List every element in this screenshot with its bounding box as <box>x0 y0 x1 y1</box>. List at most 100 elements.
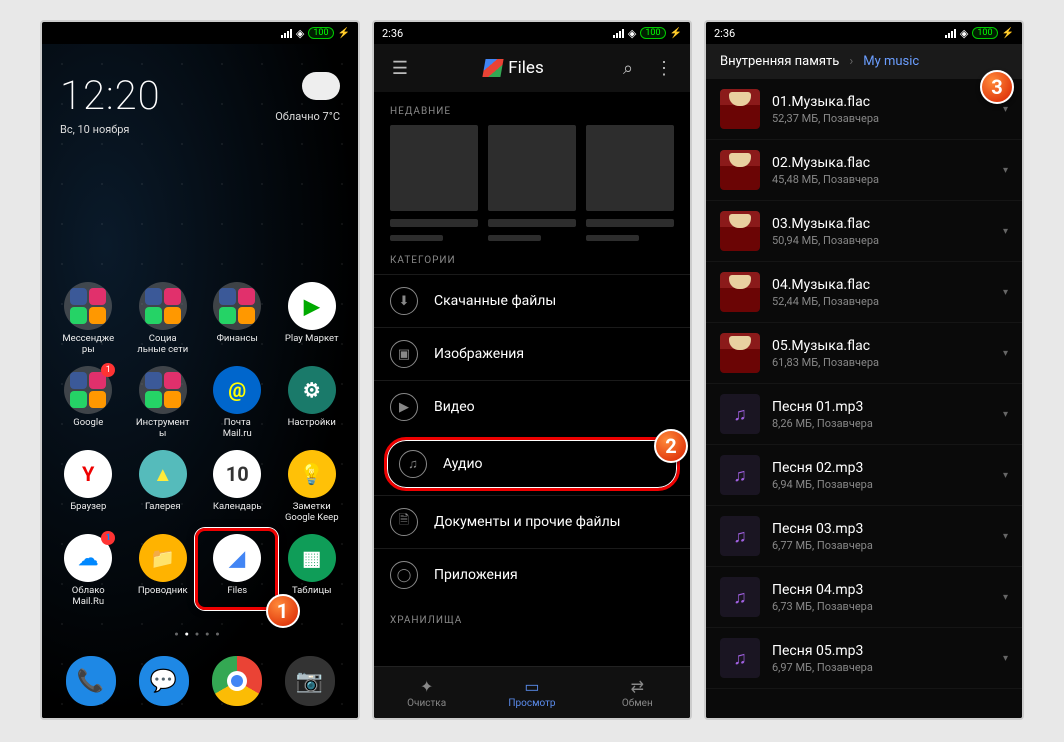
file-row[interactable]: ♫Песня 02.mp36,94 МБ, Позавчера▾ <box>706 445 1022 506</box>
app-почта-mail.ru[interactable]: @Почта Mail.ru <box>203 366 272 440</box>
category-icon: ♫ <box>399 450 427 478</box>
app-заметки-google-keep[interactable]: 💡Заметки Google Keep <box>278 450 347 524</box>
crumb-root[interactable]: Внутренняя память <box>720 54 839 69</box>
file-meta: 52,37 МБ, Позавчера <box>772 112 991 125</box>
audio-icon: ♫ <box>720 394 760 434</box>
file-name: Песня 04.mp3 <box>772 582 991 598</box>
file-name: Песня 05.mp3 <box>772 643 991 659</box>
file-row[interactable]: ♫Песня 04.mp36,73 МБ, Позавчера▾ <box>706 567 1022 628</box>
file-row[interactable]: ♫Песня 03.mp36,77 МБ, Позавчера▾ <box>706 506 1022 567</box>
category-документы-и-прочие-файлы[interactable]: 🗎Документы и прочие файлы <box>374 495 690 548</box>
more-icon[interactable]: ⋮ <box>646 58 682 79</box>
battery-icon: 100 <box>972 27 997 39</box>
category-label: Документы и прочие файлы <box>434 514 621 530</box>
files-logo-icon <box>483 59 504 77</box>
expand-icon[interactable]: ▾ <box>1003 104 1008 115</box>
app-инструмент-ы[interactable]: Инструмент ы <box>129 366 198 440</box>
nav-просмотр[interactable]: ▭Просмотр <box>479 667 584 718</box>
phone-home: ◈ 100 ⚡ 12:20 Вс, 10 ноября Облачно 7°C … <box>40 20 360 720</box>
file-row[interactable]: 01.Музыка.flac52,37 МБ, Позавчера▾ <box>706 79 1022 140</box>
phone-files-categories: 2:36 ◈ 100 ⚡ ☰ Files ⌕ ⋮ НЕДАВНИЕ КАТЕГО… <box>372 20 692 720</box>
recent-card[interactable] <box>586 125 674 241</box>
file-row[interactable]: 05.Музыка.flac61,83 МБ, Позавчера▾ <box>706 323 1022 384</box>
dock-app[interactable]: 📷 <box>285 656 335 710</box>
dock-app[interactable]: 💬 <box>139 656 189 710</box>
nav-очистка[interactable]: ✦Очистка <box>374 667 479 718</box>
weather-text: Облачно 7°C <box>275 110 340 123</box>
step-badge-2: 2 <box>654 429 688 463</box>
dock-app[interactable] <box>212 656 262 710</box>
status-time: 2:36 <box>382 27 403 40</box>
file-meta: 52,44 МБ, Позавчера <box>772 295 991 308</box>
signal-icon <box>613 28 624 38</box>
app-календарь[interactable]: 10Календарь <box>203 450 272 524</box>
status-bar: ◈ 100 ⚡ <box>42 22 358 44</box>
search-icon[interactable]: ⌕ <box>610 58 646 79</box>
nav-обмен[interactable]: ⇄Обмен <box>585 667 690 718</box>
app-социа-льные-сети[interactable]: Социа льные сети <box>129 282 198 356</box>
menu-icon[interactable]: ☰ <box>382 58 418 79</box>
file-name: Песня 02.mp3 <box>772 460 991 476</box>
app-files[interactable]: ◢Files <box>203 534 272 608</box>
status-bar: 2:36 ◈ 100 ⚡ <box>374 22 690 44</box>
app-браузер[interactable]: YБраузер <box>54 450 123 524</box>
expand-icon[interactable]: ▾ <box>1003 531 1008 542</box>
file-row[interactable]: 03.Музыка.flac50,94 МБ, Позавчера▾ <box>706 201 1022 262</box>
app-google[interactable]: 1Google <box>54 366 123 440</box>
charging-icon: ⚡ <box>1002 28 1014 39</box>
expand-icon[interactable]: ▾ <box>1003 287 1008 298</box>
audio-icon: ♫ <box>720 455 760 495</box>
expand-icon[interactable]: ▾ <box>1003 348 1008 359</box>
app-галерея[interactable]: ▲Галерея <box>129 450 198 524</box>
category-приложения[interactable]: ◯Приложения <box>374 548 690 601</box>
file-meta: 8,26 МБ, Позавчера <box>772 417 991 430</box>
battery-icon: 100 <box>640 27 665 39</box>
recent-card[interactable] <box>390 125 478 241</box>
category-аудио[interactable]: ♫Аудио <box>384 437 680 491</box>
home-screen[interactable]: 12:20 Вс, 10 ноября Облачно 7°C Мессендж… <box>42 44 358 718</box>
expand-icon[interactable]: ▾ <box>1003 470 1008 481</box>
file-row[interactable]: 02.Музыка.flac 45,48 МБ, Позавчера ▾ <box>706 140 1022 201</box>
category-label: Изображения <box>434 346 524 362</box>
category-скачанные-файлы[interactable]: ⬇Скачанные файлы <box>374 274 690 327</box>
category-icon: ◯ <box>390 561 418 589</box>
signal-icon <box>945 28 956 38</box>
file-list[interactable]: 01.Музыка.flac52,37 МБ, Позавчера▾02.Муз… <box>706 79 1022 718</box>
app-облако-mail.ru[interactable]: ☁1Облако Mail.Ru <box>54 534 123 608</box>
breadcrumb: Внутренняя память › My music <box>706 44 1022 79</box>
file-name: 02.Музыка.flac <box>772 155 991 171</box>
page-indicator: ●●●●● <box>42 630 358 638</box>
app-мессендже-ры[interactable]: Мессендже ры <box>54 282 123 356</box>
chevron-right-icon: › <box>849 54 853 69</box>
app-финансы[interactable]: Финансы <box>203 282 272 356</box>
audio-icon: ♫ <box>720 516 760 556</box>
app-настройки[interactable]: ⚙Настройки <box>278 366 347 440</box>
files-body[interactable]: НЕДАВНИЕ КАТЕГОРИИ ⬇Скачанные файлы▣Изоб… <box>374 92 690 666</box>
app-проводник[interactable]: 📁Проводник <box>129 534 198 608</box>
wifi-icon: ◈ <box>628 27 636 40</box>
files-header: ☰ Files ⌕ ⋮ <box>374 44 690 92</box>
category-label: Видео <box>434 399 475 415</box>
file-name: 05.Музыка.flac <box>772 338 991 354</box>
weather-widget[interactable]: Облачно 7°C <box>275 72 340 136</box>
section-recent: НЕДАВНИЕ <box>374 92 690 125</box>
file-meta: 6,77 МБ, Позавчера <box>772 539 991 552</box>
charging-icon: ⚡ <box>670 28 682 39</box>
expand-icon[interactable]: ▾ <box>1003 165 1008 176</box>
recent-card[interactable] <box>488 125 576 241</box>
file-row[interactable]: ♫Песня 01.mp38,26 МБ, Позавчера▾ <box>706 384 1022 445</box>
file-row[interactable]: ♫Песня 05.mp36,97 МБ, Позавчера▾ <box>706 628 1022 689</box>
clock[interactable]: 12:20 <box>60 72 161 119</box>
expand-icon[interactable]: ▾ <box>1003 592 1008 603</box>
file-meta: 45,48 МБ, Позавчера <box>772 173 991 186</box>
category-видео[interactable]: ▶Видео <box>374 380 690 433</box>
expand-icon[interactable]: ▾ <box>1003 226 1008 237</box>
category-изображения[interactable]: ▣ Изображения <box>374 327 690 380</box>
dock-app[interactable]: 📞 <box>66 656 116 710</box>
app-play-маркет[interactable]: ▶Play Маркет <box>278 282 347 356</box>
expand-icon[interactable]: ▾ <box>1003 653 1008 664</box>
category-icon: ▣ <box>390 340 418 368</box>
file-row[interactable]: 04.Музыка.flac52,44 МБ, Позавчера▾ <box>706 262 1022 323</box>
crumb-current[interactable]: My music <box>863 54 919 69</box>
expand-icon[interactable]: ▾ <box>1003 409 1008 420</box>
